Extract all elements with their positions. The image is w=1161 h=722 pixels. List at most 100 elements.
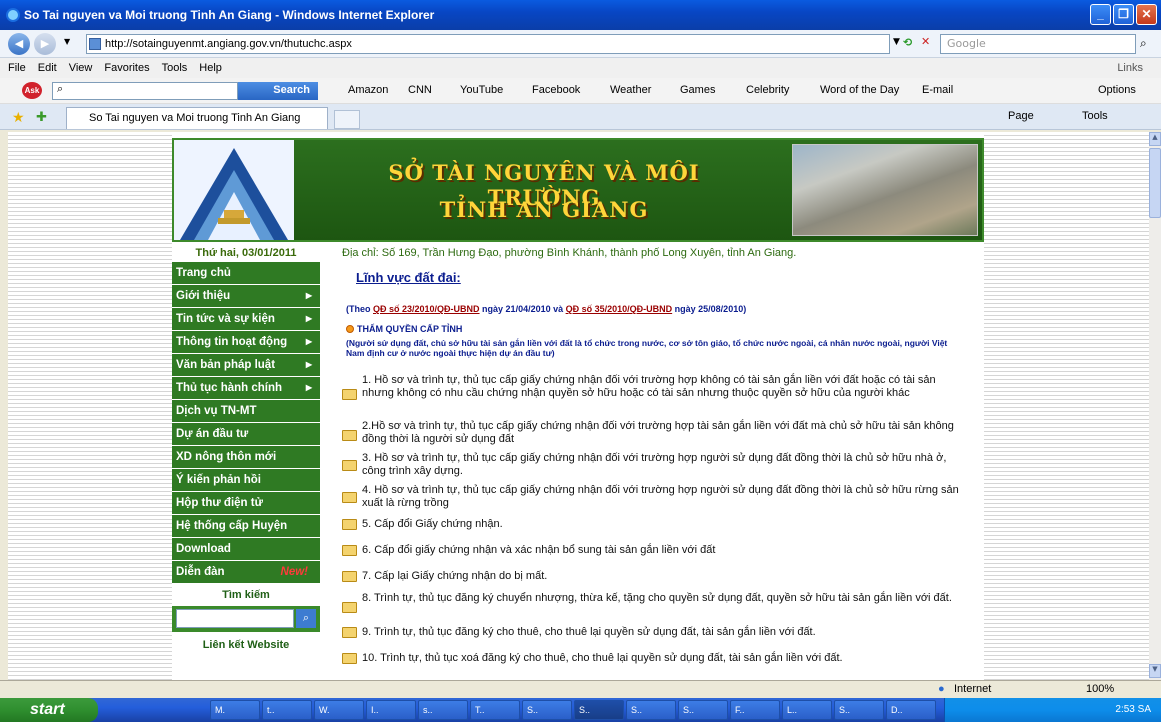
menu-tools[interactable]: Tools bbox=[162, 62, 188, 74]
toolbar-link-weather[interactable]: Weather bbox=[610, 84, 651, 96]
taskbar-button[interactable]: M. bbox=[210, 700, 260, 720]
ask-search-input[interactable]: ⌕ bbox=[52, 82, 238, 100]
taskbar-button[interactable]: t.. bbox=[262, 700, 312, 720]
taskbar-button[interactable]: L.. bbox=[782, 700, 832, 720]
search-go-icon[interactable]: ⌕ bbox=[1140, 36, 1147, 51]
refresh-icon[interactable]: ⟲ bbox=[903, 36, 912, 49]
taskbar-button[interactable]: S.. bbox=[678, 700, 728, 720]
nav-item-district-system[interactable]: Hệ thống cấp Huyện bbox=[172, 515, 320, 538]
procedure-link[interactable]: 7. Cấp lại Giấy chứng nhận do bị mất. bbox=[362, 570, 967, 583]
decision-link-35[interactable]: QĐ số 35/2010/QĐ-UBND bbox=[566, 304, 673, 314]
toolbar-link-youtube[interactable]: YouTube bbox=[460, 84, 503, 96]
submenu-arrow-icon: ▶ bbox=[305, 337, 312, 346]
links-menu[interactable]: Links bbox=[1117, 62, 1143, 74]
taskbar-button[interactable]: W. bbox=[314, 700, 364, 720]
procedure-link[interactable]: 3. Hồ sơ và trình tự, thủ tục cấp giấy c… bbox=[362, 452, 967, 478]
menu-help[interactable]: Help bbox=[199, 62, 222, 74]
nav-item-investment-projects[interactable]: Dự án đầu tư bbox=[172, 423, 320, 446]
toolbar-link-email[interactable]: E-mail bbox=[922, 84, 953, 96]
procedure-item[interactable]: 5. Cấp đổi Giấy chứng nhận. bbox=[342, 518, 970, 534]
minimize-button[interactable]: _ bbox=[1090, 4, 1111, 25]
forward-button[interactable]: ▶ bbox=[34, 33, 56, 55]
procedure-link[interactable]: 5. Cấp đổi Giấy chứng nhận. bbox=[362, 518, 967, 531]
taskbar-button[interactable]: D.. bbox=[886, 700, 936, 720]
add-favorite-icon[interactable]: ✚ bbox=[36, 109, 47, 125]
toolbar-link-games[interactable]: Games bbox=[680, 84, 715, 96]
procedure-link[interactable]: 1. Hồ sơ và trình tự, thủ tục cấp giấy c… bbox=[362, 374, 967, 400]
ask-search-button[interactable]: Search bbox=[238, 82, 318, 100]
procedure-link[interactable]: 4. Hồ sơ và trình tự, thủ tục cấp giấy c… bbox=[362, 484, 967, 510]
start-button[interactable]: start bbox=[0, 698, 98, 722]
menu-edit[interactable]: Edit bbox=[38, 62, 57, 74]
scroll-up-icon[interactable]: ▲ bbox=[1149, 132, 1161, 146]
taskbar-button-active[interactable]: S.. bbox=[574, 700, 624, 720]
taskbar-button[interactable]: I.. bbox=[366, 700, 416, 720]
decision-link-23[interactable]: QĐ số 23/2010/QĐ-UBND bbox=[373, 304, 480, 314]
stop-icon[interactable]: ✕ bbox=[921, 35, 930, 48]
scroll-thumb[interactable] bbox=[1149, 148, 1161, 218]
menu-favorites[interactable]: Favorites bbox=[104, 62, 149, 74]
toolbar-link-cnn[interactable]: CNN bbox=[408, 84, 432, 96]
taskbar-button[interactable]: s.. bbox=[418, 700, 468, 720]
toolbar-options[interactable]: Options bbox=[1098, 84, 1136, 96]
procedure-link[interactable]: 9. Trình tự, thủ tục đăng ký cho thuê, c… bbox=[362, 626, 967, 639]
procedure-item[interactable]: 3. Hồ sơ và trình tự, thủ tục cấp giấy c… bbox=[342, 452, 970, 480]
maximize-button[interactable]: ❐ bbox=[1113, 4, 1134, 25]
procedure-item[interactable]: 8. Trình tự, thủ tục đăng ký chuyển nhượ… bbox=[342, 592, 970, 620]
toolbar-link-celebrity[interactable]: Celebrity bbox=[746, 84, 789, 96]
procedure-item[interactable]: 10. Trình tự, thủ tục xoá đăng ký cho th… bbox=[342, 652, 970, 668]
zoom-level[interactable]: 100% bbox=[1086, 683, 1114, 695]
url-field[interactable]: http://sotainguyenmt.angiang.gov.vn/thut… bbox=[86, 34, 890, 54]
toolbar-link-word-of-the-day[interactable]: Word of the Day bbox=[820, 84, 899, 96]
ie-logo-icon bbox=[6, 8, 20, 22]
url-dropdown-icon[interactable]: ▼ bbox=[893, 37, 900, 47]
nav-item-administrative-procedures[interactable]: Thủ tục hành chính ▶ bbox=[172, 377, 320, 400]
procedure-item[interactable]: 7. Cấp lại Giấy chứng nhận do bị mất. bbox=[342, 570, 970, 586]
procedure-item[interactable]: 9. Trình tự, thủ tục đăng ký cho thuê, c… bbox=[342, 626, 970, 642]
toolbar-link-amazon[interactable]: Amazon bbox=[348, 84, 388, 96]
nav-item-forum[interactable]: Diễn đàn New! bbox=[172, 561, 320, 584]
site-search-input[interactable] bbox=[176, 609, 294, 628]
procedure-link[interactable]: 6. Cấp đổi giấy chứng nhận và xác nhận b… bbox=[362, 544, 967, 557]
procedure-item[interactable]: 4. Hồ sơ và trình tự, thủ tục cấp giấy c… bbox=[342, 484, 970, 512]
nav-item-home[interactable]: Trang chủ bbox=[172, 262, 320, 285]
nav-item-new-rural[interactable]: XD nông thôn mới bbox=[172, 446, 320, 469]
procedure-item[interactable]: 6. Cấp đổi giấy chứng nhận và xác nhận b… bbox=[342, 544, 970, 560]
site-search-button[interactable]: ⌕ bbox=[296, 609, 316, 628]
scroll-down-icon[interactable]: ▼ bbox=[1149, 664, 1161, 678]
close-button[interactable]: ✕ bbox=[1136, 4, 1157, 25]
favorites-star-icon[interactable]: ★ bbox=[12, 109, 25, 126]
procedure-item[interactable]: 2.Hồ sơ và trình tự, thủ tục cấp giấy ch… bbox=[342, 420, 970, 448]
new-tab-button[interactable] bbox=[334, 110, 360, 129]
procedure-link[interactable]: 2.Hồ sơ và trình tự, thủ tục cấp giấy ch… bbox=[362, 420, 967, 446]
address-toolbar: ◀ ▶ ▼ http://sotainguyenmt.angiang.gov.v… bbox=[0, 30, 1161, 58]
nav-item-download[interactable]: Download bbox=[172, 538, 320, 561]
nav-item-activities[interactable]: Thông tin hoạt động ▶ bbox=[172, 331, 320, 354]
nav-item-about[interactable]: Giới thiệu ▶ bbox=[172, 285, 320, 308]
taskbar-button[interactable]: S.. bbox=[834, 700, 884, 720]
search-input[interactable]: Google bbox=[940, 34, 1136, 54]
back-button[interactable]: ◀ bbox=[8, 33, 30, 55]
procedure-item[interactable]: 1. Hồ sơ và trình tự, thủ tục cấp giấy c… bbox=[342, 374, 970, 414]
tab-current[interactable]: So Tai nguyen va Moi truong Tinh An Gian… bbox=[66, 107, 328, 129]
taskbar-button[interactable]: F.. bbox=[730, 700, 780, 720]
taskbar-button[interactable]: T.. bbox=[470, 700, 520, 720]
nav-item-feedback[interactable]: Ý kiến phản hồi bbox=[172, 469, 320, 492]
menu-view[interactable]: View bbox=[69, 62, 93, 74]
nav-item-news[interactable]: Tin tức và sự kiện ▶ bbox=[172, 308, 320, 331]
nav-item-legal-documents[interactable]: Văn bản pháp luật ▶ bbox=[172, 354, 320, 377]
nav-item-email[interactable]: Hộp thư điện tử bbox=[172, 492, 320, 515]
tab-tools-menu[interactable]: Tools bbox=[1082, 110, 1108, 122]
vertical-scrollbar[interactable]: ▲ ▼ bbox=[1149, 132, 1161, 680]
tab-page-menu[interactable]: Page bbox=[1008, 110, 1034, 122]
menu-file[interactable]: File bbox=[8, 62, 26, 74]
taskbar-button[interactable]: S.. bbox=[522, 700, 572, 720]
toolbar-link-facebook[interactable]: Facebook bbox=[532, 84, 580, 96]
nav-label: Thông tin hoạt động bbox=[176, 336, 288, 348]
procedure-link[interactable]: 8. Trình tự, thủ tục đăng ký chuyển nhượ… bbox=[362, 592, 967, 605]
globe-icon: ● bbox=[938, 683, 945, 695]
nav-item-services[interactable]: Dịch vụ TN-MT bbox=[172, 400, 320, 423]
taskbar-button[interactable]: S.. bbox=[626, 700, 676, 720]
history-dropdown-icon[interactable]: ▼ bbox=[64, 37, 70, 46]
procedure-link[interactable]: 10. Trình tự, thủ tục xoá đăng ký cho th… bbox=[362, 652, 967, 665]
